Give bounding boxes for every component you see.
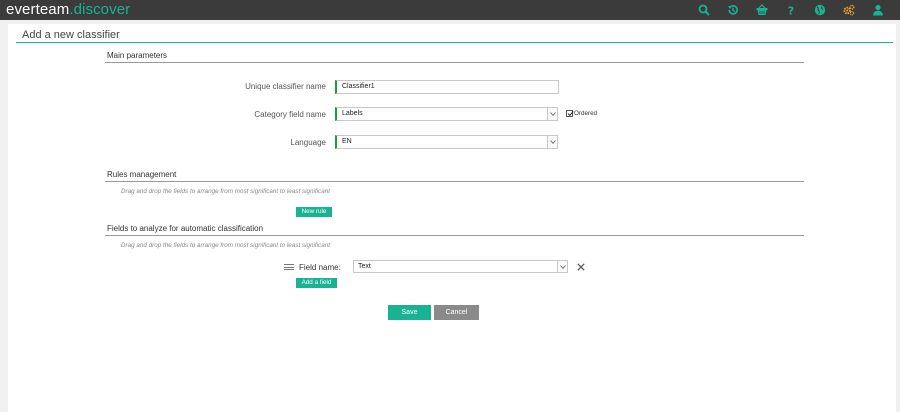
language-label: Language <box>290 138 326 147</box>
title-divider <box>16 42 893 43</box>
remove-field-close-icon[interactable] <box>577 263 585 271</box>
save-button[interactable]: Save <box>388 305 431 320</box>
section-title-main-parameters: Main parameters <box>107 51 168 60</box>
new-rule-button[interactable]: New rule <box>296 207 332 217</box>
chevron-down-icon[interactable] <box>547 108 557 120</box>
drag-handle-icon[interactable] <box>284 264 294 270</box>
globe-icon[interactable] <box>808 3 832 17</box>
checkbox-box[interactable] <box>566 110 574 117</box>
chevron-down-icon[interactable] <box>557 261 567 272</box>
field-name-label: Field name: <box>299 263 341 272</box>
classifier-name-label: Unique classifier name <box>245 82 326 91</box>
section-title-rules-management: Rules management <box>107 170 177 179</box>
history-icon[interactable] <box>721 3 745 17</box>
section-divider <box>105 181 804 182</box>
add-field-button[interactable]: Add a field <box>296 278 337 288</box>
ordered-checkbox[interactable]: Ordered <box>566 110 597 117</box>
category-field-select[interactable]: Labels <box>335 107 558 121</box>
chevron-down-icon[interactable] <box>547 136 557 148</box>
classifier-name-input[interactable]: Classifier1 <box>335 80 559 94</box>
top-bar: everteam.discover ? <box>0 0 900 20</box>
rules-hint-text: Drag and drop the fields to arrange from… <box>121 188 330 195</box>
brand-name: everteam <box>6 1 70 18</box>
user-icon[interactable] <box>866 3 890 17</box>
brand-suffix: .discover <box>69 1 131 18</box>
category-field-value: Labels <box>342 110 363 117</box>
top-toolbar: ? <box>687 3 890 17</box>
settings-icon[interactable] <box>837 3 861 17</box>
field-name-value: Text <box>358 263 371 270</box>
help-icon[interactable]: ? <box>779 3 803 17</box>
brand-logo[interactable]: everteam.discover <box>6 1 130 19</box>
section-divider <box>105 62 804 63</box>
fields-hint-text: Drag and drop the fields to arrange from… <box>121 242 330 249</box>
cancel-button[interactable]: Cancel <box>434 305 479 320</box>
page-title: Add a new classifier <box>22 29 120 41</box>
category-field-label: Category field name <box>254 110 326 119</box>
section-title-fields-to-analyze: Fields to analyze for automatic classifi… <box>107 224 264 233</box>
language-select[interactable]: EN <box>335 135 558 149</box>
search-icon[interactable] <box>692 3 716 17</box>
ordered-label: Ordered <box>574 110 598 117</box>
main-panel: Add a new classifier Main parameters Uni… <box>8 24 896 412</box>
language-value: EN <box>342 138 352 145</box>
field-name-select[interactable]: Text <box>353 260 568 273</box>
basket-icon[interactable] <box>750 3 774 17</box>
svg-text:?: ? <box>788 5 794 17</box>
section-divider <box>105 235 804 236</box>
